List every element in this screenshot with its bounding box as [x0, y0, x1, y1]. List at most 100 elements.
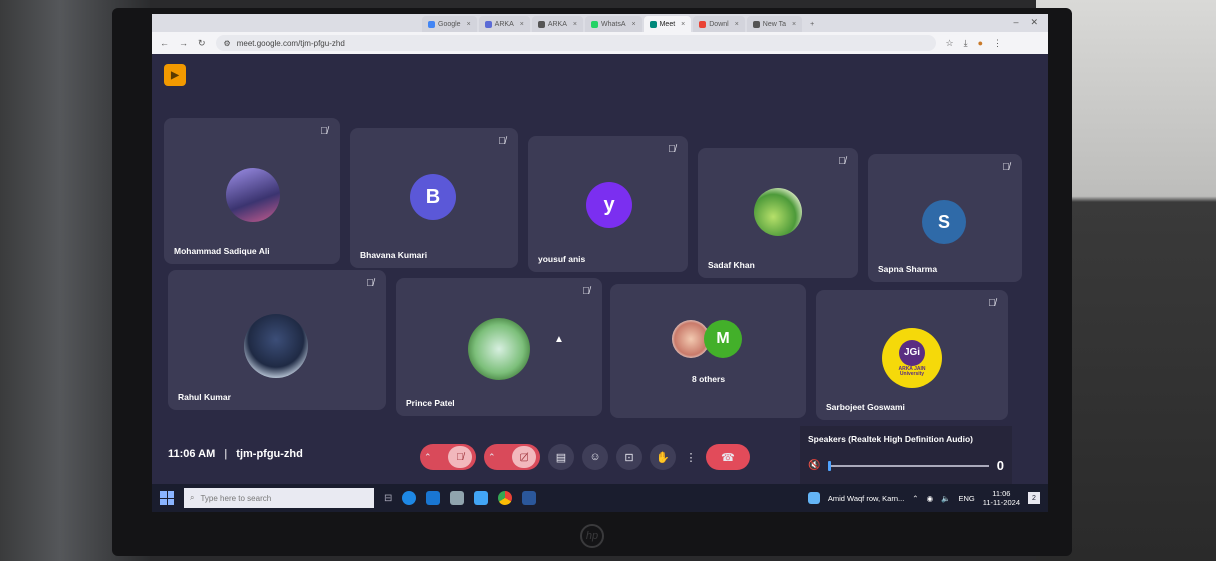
mic-off-icon: 🎙̸ — [1002, 162, 1010, 173]
chevron-up-icon[interactable]: ⌃ — [424, 452, 432, 463]
chevron-up-icon[interactable]: ⌃ — [912, 494, 918, 503]
volume-icon[interactable]: 🔈 — [941, 494, 950, 503]
clock-date: 11-11-2024 — [982, 498, 1020, 507]
weather-icon — [807, 492, 820, 504]
participant-name: yousuf anis — [538, 254, 586, 264]
browser-tab[interactable]: ARKA × — [531, 16, 583, 32]
avatar-letter: y — [586, 182, 632, 228]
avatar-photo — [244, 314, 308, 378]
tab-close-icon[interactable]: × — [681, 21, 685, 28]
language-indicator[interactable]: ENG — [958, 494, 974, 503]
chevron-up-icon[interactable]: ⌃ — [488, 452, 496, 463]
store-icon[interactable] — [450, 491, 465, 505]
tab-close-icon[interactable]: × — [520, 21, 524, 28]
present-button[interactable]: ⊡ — [616, 444, 642, 470]
file-explorer-icon[interactable] — [426, 491, 441, 505]
tab-favicon-icon — [537, 20, 545, 28]
call-controls: ⌃ 🎙̸ ⌃ ▢̸ ▤ ☺ ⊡ ✋ ⋮ ☎ — [420, 444, 750, 470]
present-icon: ⊡ — [624, 451, 634, 464]
participant-tile[interactable]: 🎙̸ Rahul Kumar — [168, 270, 386, 410]
mail-icon[interactable] — [474, 491, 489, 505]
tab-favicon-icon — [428, 20, 435, 28]
participant-tile[interactable]: 🎙̸ Mohammad Sadique Ali — [164, 118, 340, 264]
mic-toggle-button[interactable]: ⌃ 🎙̸ — [420, 444, 476, 470]
profile-avatar-icon[interactable]: ● — [978, 38, 983, 49]
browser-tab[interactable]: WhatsA × — [584, 16, 642, 32]
notification-center-button[interactable]: 2 — [1028, 492, 1040, 504]
word-icon[interactable] — [522, 491, 537, 505]
browser-tab[interactable]: Google × — [422, 16, 477, 32]
avatar-photo — [468, 318, 530, 380]
tab-label: Google — [438, 20, 461, 28]
meeting-info: 11:06 AM | tjm-pfgu-zhd — [168, 448, 303, 460]
tab-label: Downl — [709, 20, 729, 28]
participant-tile[interactable]: 🎙̸ JGi ARKA JAIN University Sarbojeet Go… — [816, 290, 1008, 420]
bookmark-star-icon[interactable]: ☆ — [946, 38, 954, 49]
chrome-icon[interactable] — [498, 491, 513, 505]
emoji-button[interactable]: ☺ — [582, 444, 608, 470]
site-info-icon[interactable]: ⚙ — [224, 39, 231, 48]
participant-tile[interactable]: 🎙̸ Sadaf Khan — [698, 148, 858, 278]
more-options-button[interactable]: ⋮ — [684, 444, 698, 470]
news-headline[interactable]: Amid Waqf row, Karn... — [828, 494, 904, 503]
hand-icon: ✋ — [656, 451, 670, 464]
hp-logo-icon: hp — [580, 524, 604, 548]
browser-tab[interactable]: New Ta × — [746, 16, 803, 32]
mic-off-icon: 🎙̸ — [988, 298, 996, 309]
leave-call-button[interactable]: ☎ — [706, 444, 750, 470]
close-window-button[interactable]: ✕ — [1030, 17, 1038, 28]
participant-tile[interactable]: 🎙̸ y yousuf anis — [528, 136, 688, 272]
participant-tile[interactable]: 🎙̸ B Bhavana Kumari — [350, 128, 518, 268]
speaker-volume-popup: Speakers (Realtek High Definition Audio)… — [800, 426, 1012, 488]
participant-name: Sapna Sharma — [878, 264, 938, 274]
tab-close-icon[interactable]: × — [632, 21, 636, 28]
tab-close-icon[interactable]: × — [735, 21, 739, 28]
tab-favicon-icon — [590, 20, 598, 28]
download-icon[interactable]: ⤓ — [964, 38, 968, 49]
edge-icon[interactable] — [402, 491, 417, 505]
task-view-icon[interactable]: ⊟ — [384, 493, 392, 504]
address-bar[interactable]: ⚙ meet.google.com/tjm-pfgu-zhd — [215, 35, 936, 51]
reload-icon[interactable]: ↻ — [198, 38, 206, 49]
avatar-letter: S — [922, 200, 966, 244]
tab-label: Meet — [659, 20, 676, 28]
tab-close-icon[interactable]: × — [792, 21, 796, 28]
browser-tab-active[interactable]: Meet × — [643, 16, 692, 32]
clock-time: 11:06 — [992, 489, 1011, 498]
meet-app-icon: ▶ — [164, 64, 186, 86]
network-icon[interactable]: ◉ — [927, 494, 934, 503]
speaker-mute-icon[interactable]: 🔇 — [808, 460, 820, 471]
tab-label: New Ta — [762, 20, 787, 28]
back-icon[interactable]: ← — [160, 38, 169, 48]
logo-badge: JGi — [899, 339, 925, 366]
new-tab-button[interactable]: + — [804, 16, 820, 32]
captions-icon: ▤ — [555, 451, 567, 464]
browser-tab[interactable]: ARKA × — [478, 16, 530, 32]
camera-toggle-button[interactable]: ⌃ ▢̸ — [484, 444, 540, 470]
volume-slider[interactable] — [828, 460, 989, 471]
raise-hand-button[interactable]: ✋ — [650, 444, 676, 470]
participant-tile[interactable]: 🎙̸ ▲ Prince Patel — [396, 278, 602, 416]
speaker-device-name: Speakers (Realtek High Definition Audio) — [808, 434, 973, 444]
avatar-letter: M — [704, 320, 742, 358]
logo-subtext: ARKA JAIN University — [898, 365, 926, 377]
tab-close-icon[interactable]: × — [573, 21, 577, 28]
taskbar-clock[interactable]: 11:06 11-11-2024 — [983, 489, 1020, 507]
url-text: meet.google.com/tjm-pfgu-zhd — [236, 38, 345, 48]
forward-icon[interactable]: → — [179, 38, 188, 48]
start-button[interactable] — [160, 491, 174, 505]
tab-close-icon[interactable]: × — [467, 21, 471, 28]
browser-tab[interactable]: Downl × — [693, 16, 745, 32]
taskbar-search[interactable]: ⌕ Type here to search — [184, 488, 374, 508]
tab-favicon-icon — [649, 20, 657, 28]
captions-button[interactable]: ▤ — [548, 444, 574, 470]
participant-name: Sarbojeet Goswami — [826, 402, 905, 412]
avatar-photo — [754, 188, 802, 236]
volume-slider-thumb[interactable] — [828, 460, 832, 471]
participant-tile-group[interactable]: M 8 others — [610, 284, 806, 418]
participant-tile[interactable]: 🎙̸ S Sapna Sharma — [868, 154, 1022, 282]
volume-row: 🔇 0 — [808, 458, 1004, 473]
minimize-button[interactable]: – — [1013, 17, 1018, 28]
more-menu-icon[interactable]: ⋮ — [993, 38, 1002, 49]
university-logo: JGi ARKA JAIN University — [882, 328, 942, 388]
